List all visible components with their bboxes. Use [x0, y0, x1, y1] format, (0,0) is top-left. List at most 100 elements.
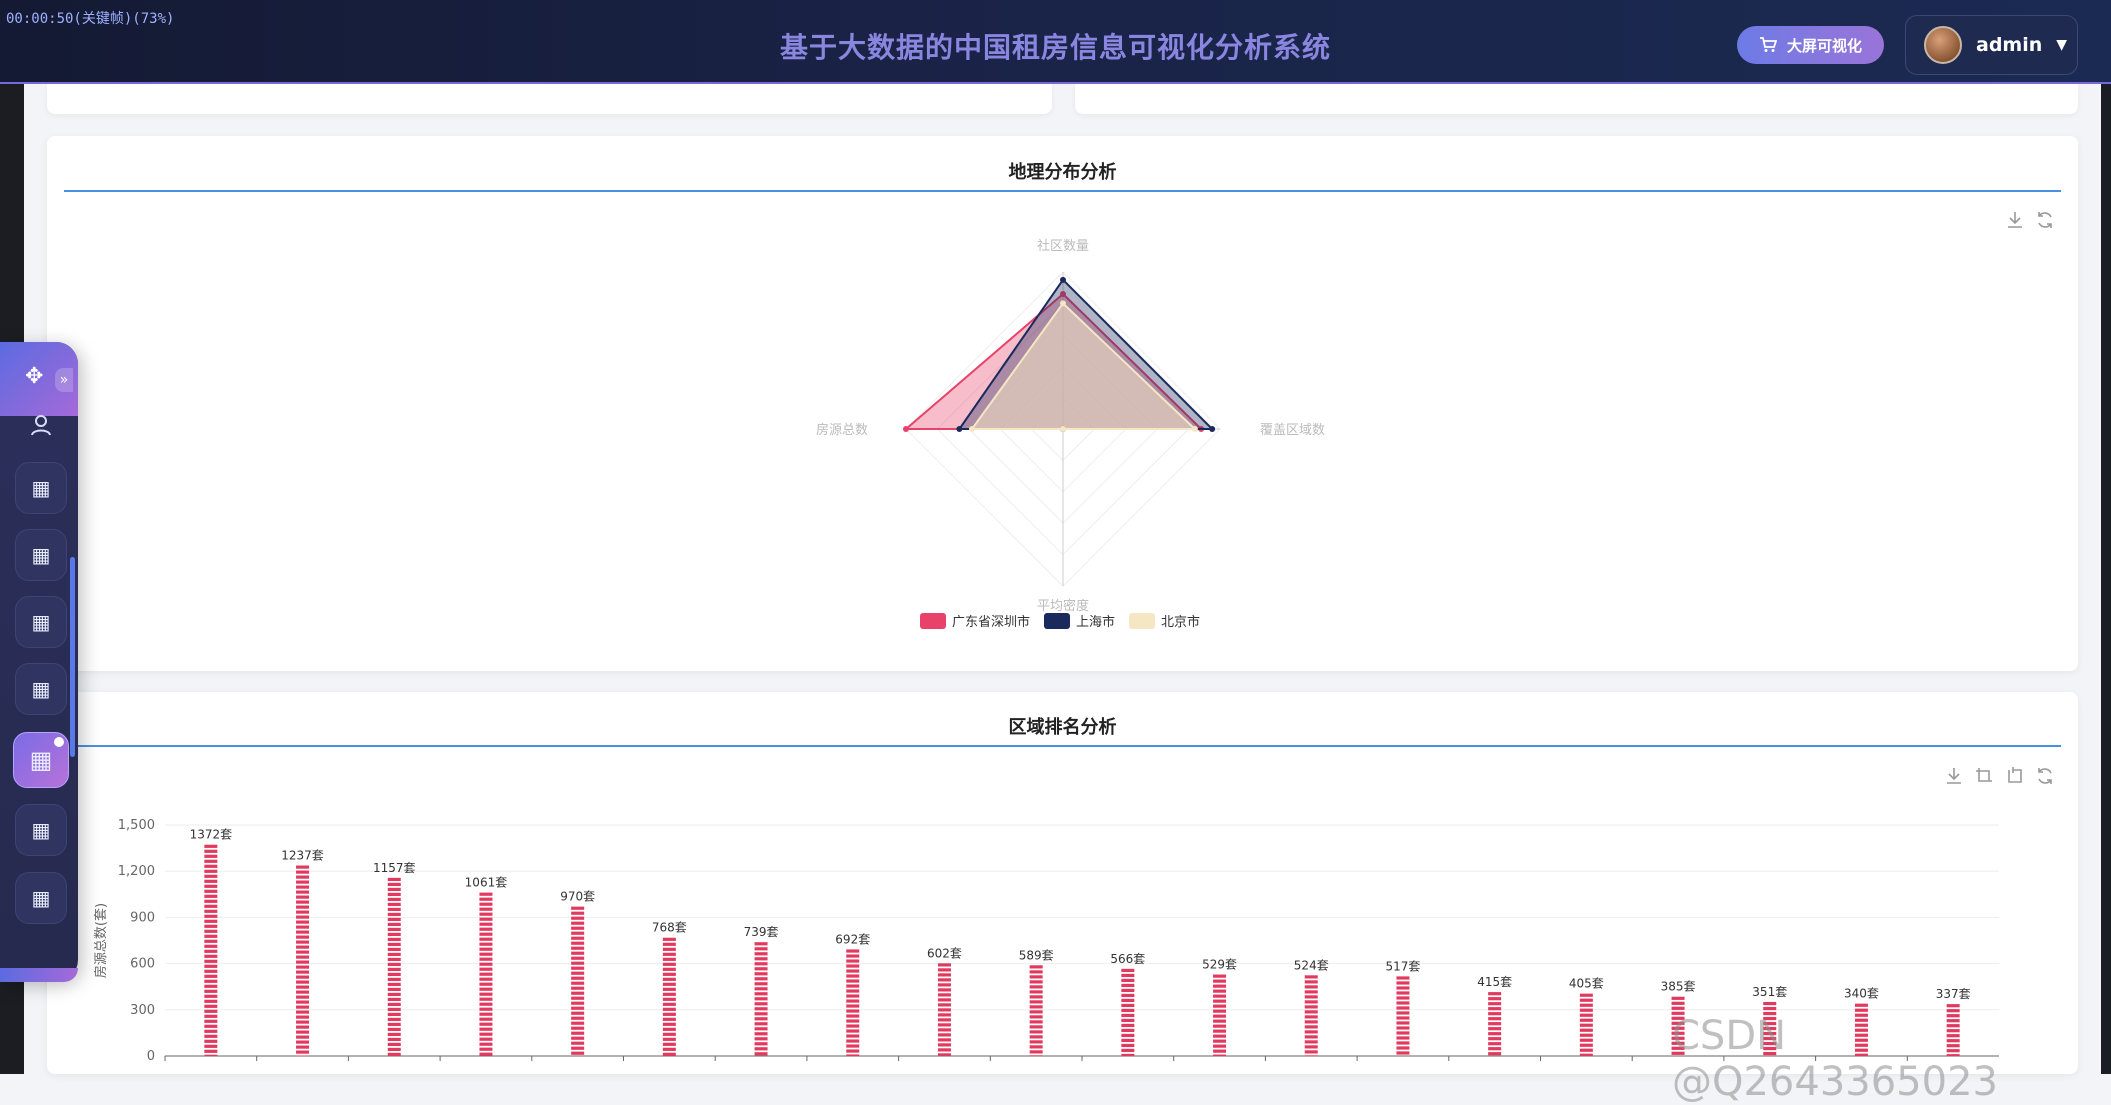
bar-stripe: [1580, 1014, 1593, 1017]
bar-stripe: [204, 930, 217, 933]
bar-stripe: [1213, 1055, 1226, 1056]
bar-stripe: [204, 1030, 217, 1033]
bar-stripe: [1305, 985, 1318, 988]
bar-stripe: [846, 994, 859, 997]
bar-stripe: [1580, 1024, 1593, 1027]
bar-stripe: [479, 983, 492, 986]
bar-stripe: [1396, 1031, 1409, 1034]
radar-indicator-label: 覆盖区域数: [1260, 423, 1325, 438]
bar-stripe: [1580, 1049, 1593, 1052]
bar: [1121, 969, 1134, 1056]
bar-stripe: [1305, 990, 1318, 993]
toolbar-footer: [0, 968, 78, 982]
bar-stripe: [1305, 1045, 1318, 1048]
bar-stripe: [296, 916, 309, 919]
bar-stripe: [1488, 1042, 1501, 1045]
bar-stripe: [204, 860, 217, 863]
bar-stripe: [388, 883, 401, 886]
toolbar-button-2[interactable]: ▦: [15, 529, 67, 581]
bar-stripe: [663, 938, 676, 941]
bar-stripe: [204, 950, 217, 953]
bar-stripe: [1121, 1054, 1134, 1056]
bar-stripe: [1488, 1047, 1501, 1050]
radar-point: [1060, 426, 1066, 432]
y-tick-label: 300: [130, 1003, 155, 1018]
bar-stripe: [755, 977, 768, 980]
bar-stripe: [938, 983, 951, 986]
bar-stripe: [479, 953, 492, 956]
bar-stripe: [1030, 970, 1043, 973]
bar-stripe: [755, 972, 768, 975]
bar-stripe: [846, 999, 859, 1002]
bar-stripe: [204, 885, 217, 888]
bar: [1396, 976, 1409, 1054]
bar-stripe: [1030, 975, 1043, 978]
bar-stripe: [479, 918, 492, 921]
bar-stripe: [388, 963, 401, 966]
bar-stripe: [938, 1018, 951, 1021]
bar-stripe: [1580, 999, 1593, 1002]
bar-stripe: [755, 942, 768, 945]
bar-stripe: [1213, 990, 1226, 993]
bar-stripe: [663, 1013, 676, 1016]
bar-stripe: [479, 928, 492, 931]
bar-stripe: [571, 917, 584, 920]
toolbar-button-3[interactable]: ▦: [15, 596, 67, 648]
toolbar-button-active[interactable]: ▦: [13, 732, 69, 788]
bar-stripe: [296, 966, 309, 969]
bar-stripe: [571, 972, 584, 975]
bar-stripe: [1121, 1029, 1134, 1032]
bar-value-label: 1372套: [190, 828, 233, 842]
bar-stripe: [296, 1026, 309, 1029]
bar-stripe: [755, 1037, 768, 1040]
bar: [755, 942, 768, 1055]
scrollbar-track[interactable]: [2101, 84, 2111, 1074]
bar-stripe: [571, 1022, 584, 1025]
user-menu[interactable]: admin ▼: [1905, 15, 2078, 75]
toolbar-button-7[interactable]: ▦: [15, 872, 67, 924]
bar-stripe: [1396, 1041, 1409, 1044]
toolbar-drag-handle[interactable]: ✥ »: [0, 342, 78, 416]
bar-stripe: [296, 986, 309, 989]
y-tick-label: 900: [130, 910, 155, 925]
bar-stripe: [204, 1015, 217, 1018]
bar-stripe: [296, 1036, 309, 1039]
radar-indicator-label: 社区数量: [1037, 238, 1089, 254]
bar-stripe: [479, 898, 492, 901]
bar-stripe: [204, 915, 217, 918]
toolbar-scrollbar[interactable]: [70, 557, 75, 757]
bar-stripe: [204, 870, 217, 873]
bigscreen-button[interactable]: 大屏可视化: [1737, 26, 1884, 64]
bar-stripe: [571, 997, 584, 1000]
bar-stripe: [1305, 1030, 1318, 1033]
bar-stripe: [1580, 1019, 1593, 1022]
bar-stripe: [1030, 1035, 1043, 1038]
bar-stripe: [388, 1033, 401, 1036]
user-icon[interactable]: [28, 412, 54, 442]
y-axis-label: 房源总数(套): [93, 903, 109, 978]
bar-stripe: [479, 1033, 492, 1036]
collapse-icon[interactable]: »: [55, 368, 73, 392]
bar-stripe: [388, 938, 401, 941]
bar-stripe: [846, 1039, 859, 1042]
toolbar-button-6[interactable]: ▦: [15, 804, 67, 856]
bar-stripe: [204, 875, 217, 878]
bar-stripe: [663, 943, 676, 946]
bar-stripe: [479, 988, 492, 991]
toolbar-button-4[interactable]: ▦: [15, 663, 67, 715]
bar: [571, 907, 584, 1055]
bar-stripe: [204, 865, 217, 868]
bar-stripe: [1396, 1011, 1409, 1014]
radar-chart: 社区数量覆盖区域数平均密度房源总数广东省深圳市上海市北京市: [47, 136, 2078, 671]
toolbar-button-1[interactable]: ▦: [15, 462, 67, 514]
bar-stripe: [296, 886, 309, 889]
bar-value-label: 351套: [1752, 985, 1787, 999]
bar-stripe: [1121, 984, 1134, 987]
bar-stripe: [1580, 994, 1593, 997]
bar-stripe: [204, 1055, 217, 1056]
bar-value-label: 1157套: [373, 861, 416, 875]
bar-stripe: [663, 1028, 676, 1031]
bar-stripe: [1030, 1010, 1043, 1013]
bigscreen-label: 大屏可视化: [1787, 35, 1862, 56]
bar-stripe: [938, 993, 951, 996]
